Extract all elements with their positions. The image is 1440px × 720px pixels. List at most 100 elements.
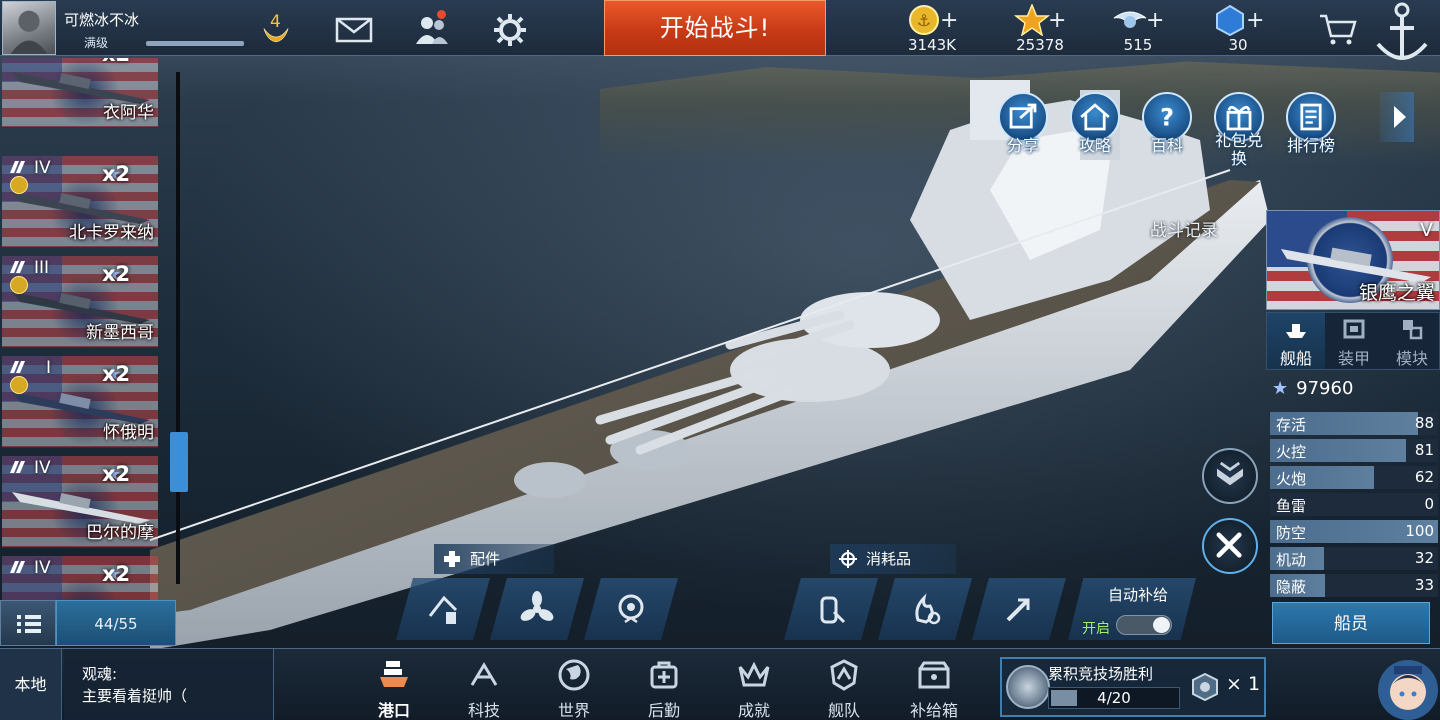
player-name: 可燃冰不冰 [64,11,140,29]
share-label: 分享 [1006,136,1039,155]
medal-icon [10,376,28,394]
stat-row: 防空 100 [1270,518,1438,545]
gift-exchange-label: 礼包兑换 [1214,131,1263,168]
start-battle-button[interactable]: 开始战斗! [604,0,826,56]
nav-tech[interactable]: 科技 [452,651,516,720]
nav-achievement-label: 成就 [737,701,770,720]
supply-box-icon [918,661,950,689]
selected-ship-card[interactable]: V 银鹰之翼 [1266,210,1440,310]
battle-record-link[interactable]: 战斗记录 [1150,216,1218,241]
repair-tools-button[interactable] [1202,518,1258,574]
nav-fleet[interactable]: 舰队 [812,651,876,720]
modules-icon [1403,320,1423,340]
silver-value: 515 [1123,36,1153,54]
medal-icon [10,276,28,294]
encyclopedia-button[interactable]: ? 百科 [1138,90,1196,160]
exp-multiplier: x2 [102,462,131,486]
ship-card[interactable]: I ★ x2 怀俄明 [2,356,158,448]
friends-icon[interactable] [412,10,452,50]
leaderboard-button[interactable]: 排行榜 [1282,90,1340,160]
share-button[interactable]: 分享 [994,90,1052,160]
ship-card[interactable]: ★ x2 衣阿华 [2,58,158,128]
player-level: 满级 [84,36,109,50]
shop-cart-icon[interactable] [1318,12,1358,46]
ship-power: ★ 97960 [1272,378,1353,399]
armor-icon [1343,319,1365,339]
silver-currency[interactable]: + 515 [1098,2,1178,54]
ship-card[interactable]: IV ★ x2 [2,556,158,602]
more-actions-button[interactable] [1380,92,1414,142]
ship-thumbnail [1281,247,1431,283]
rank-chevron-button[interactable] [1202,448,1258,504]
nav-world[interactable]: 世界 [542,651,606,720]
tab-ship-label: 舰船 [1279,349,1312,368]
chat-box[interactable]: 观魂: 主要看着挺帅（ [64,649,274,720]
notification-dot [437,10,446,19]
gem-currency[interactable]: + 30 [1198,2,1278,54]
firefighting-consumable-icon [915,593,941,625]
tab-modules[interactable]: 模块 [1383,313,1440,369]
assistant-avatar[interactable] [1370,648,1440,720]
xp-bar [146,41,244,46]
nav-supply-box-label: 补给箱 [909,701,958,720]
chat-message: 主要看着挺帅（ [82,687,188,705]
svg-text:⚓: ⚓ [917,11,931,30]
player-avatar[interactable] [2,1,56,55]
tab-armor[interactable]: 装甲 [1325,313,1383,369]
nav-world-label: 世界 [557,701,590,720]
gold-currency[interactable]: ⚓ + 3143K [892,2,972,54]
arena-progress-panel[interactable]: 累积竞技场胜利 4/20 × 1 [1000,657,1266,717]
svg-text:?: ? [1160,103,1174,131]
add-gold-plus: + [940,8,959,33]
ship-icon [1286,324,1306,338]
gift-exchange-button[interactable]: 礼包兑换 [1210,90,1268,168]
settings-gear-icon[interactable] [490,10,530,50]
nav-achievement[interactable]: 成就 [722,651,786,720]
gunnery-part-icon [428,595,458,624]
port-icon [380,661,408,687]
ship-card[interactable]: IV ★ x2 巴尔的摩 [2,456,158,548]
star-icon [1014,4,1050,36]
top-bar: 可燃冰不冰 满级 4 开始战斗! ⚓ + 3143K + 25378 + 515… [0,0,1440,60]
exp-multiplier: x2 [102,562,131,586]
nav-supply-box[interactable]: 补给箱 [902,651,966,720]
stat-row: 鱼雷 0 [1270,491,1438,518]
ship-list-scrollbar[interactable] [176,72,180,584]
auto-supply-toggle[interactable] [1116,615,1172,635]
stat-row: 存活 88 [1270,410,1438,437]
star-currency[interactable]: + 25378 [1000,2,1080,54]
rank-badge[interactable]: 4 [252,8,300,54]
nav-port[interactable]: 港口 [362,651,426,720]
mail-icon[interactable] [334,10,374,50]
nav-fleet-label: 舰队 [827,701,860,720]
arena-title: 累积竞技场胜利 [1048,665,1154,683]
chat-channel-tab[interactable]: 本地 [0,649,62,720]
reward-badge-icon [1192,673,1218,701]
repair-consumable-icon [820,596,846,624]
stat-label: 隐蔽 [1276,578,1307,596]
crosshair-icon [839,550,857,568]
encyclopedia-label: 百科 [1150,136,1183,155]
stat-label: 存活 [1276,416,1307,434]
stat-row: 火炮 62 [1270,464,1438,491]
ship-list-scroll-thumb[interactable] [170,432,188,492]
tab-ship[interactable]: 舰船 [1267,313,1325,369]
nav-logistics[interactable]: 后勤 [632,651,696,720]
parts-icon [444,551,460,567]
anchor-menu-icon[interactable] [1372,0,1432,70]
world-globe-icon [558,659,590,691]
bottom-bar: 本地 观魂: 主要看着挺帅（ 港口 科技 世界 后勤 成就 舰队 补给箱 累积竞… [0,648,1440,720]
list-menu-button[interactable] [0,600,56,646]
wrench-hammer-icon [1216,532,1242,558]
stat-value: 0 [1424,495,1434,513]
consumables-section: 消耗品 [830,544,956,574]
stat-label: 火控 [1276,443,1307,461]
ship-card[interactable]: III ★ x2 新墨西哥 [2,256,158,348]
stat-label: 鱼雷 [1276,497,1307,515]
ship-tier: III [34,258,50,278]
ship-card[interactable]: IV ★ x2 北卡罗来纳 [2,156,158,248]
crew-button[interactable]: 船员 [1272,602,1430,644]
guide-button[interactable]: 攻略 [1066,90,1124,160]
medal-icon [10,176,28,194]
stat-row: 隐蔽 33 [1270,572,1438,599]
